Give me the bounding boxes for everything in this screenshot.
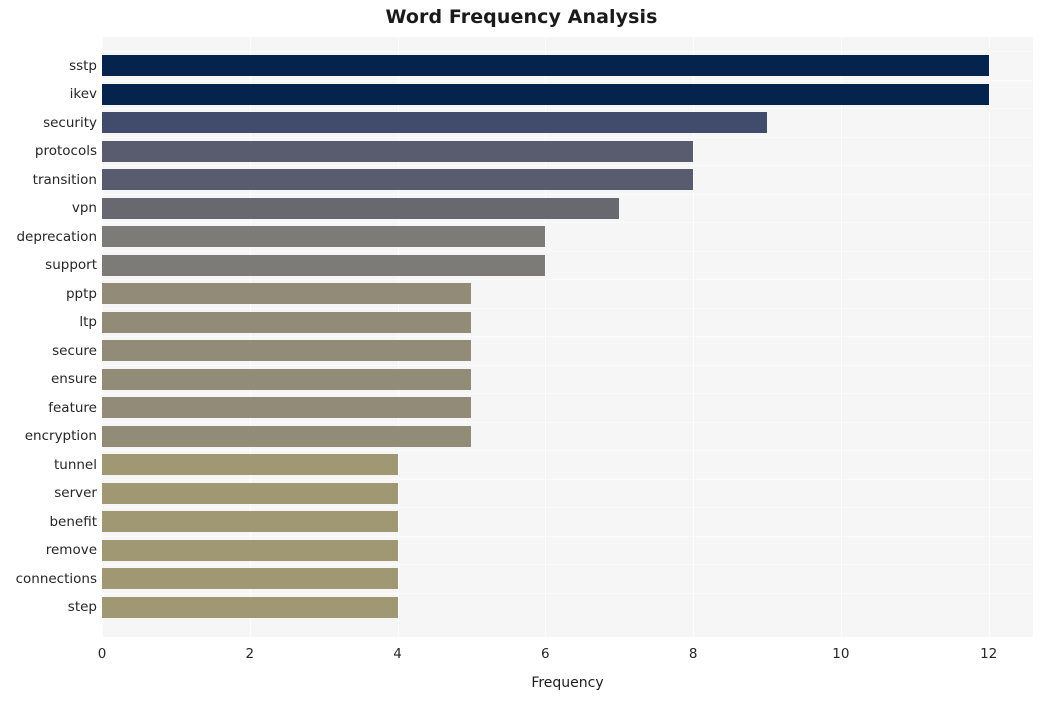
y-tick-label-encryption: encryption [24,428,97,445]
y-gridline [102,564,1033,566]
y-tick-label-connections: connections [15,570,97,587]
y-gridline [102,79,1033,81]
x-axis-label: Frequency [531,675,604,691]
y-gridline [102,592,1033,594]
x-tick-label-12: 12 [980,646,998,662]
bar-transition[interactable] [102,169,694,191]
x-tick-label-0: 0 [97,646,107,662]
x-axis-ticks: 0 2 4 6 8 10 12 [0,646,1043,666]
y-tick-label-support: support [45,257,97,274]
y-tick-label-transition: transition [32,171,97,188]
bar-feature[interactable] [102,397,472,419]
plot-area [102,37,1033,637]
bar-ikev[interactable] [102,83,989,105]
bar-ensure[interactable] [102,368,472,390]
y-gridline [102,193,1033,195]
x-tick-label-8: 8 [688,646,698,662]
y-tick-label-step: step [67,599,97,616]
y-gridline [102,279,1033,281]
y-tick-label-protocols: protocols [34,143,97,159]
bar-step[interactable] [102,596,398,618]
y-gridline [102,250,1033,252]
bar-ltp[interactable] [102,311,472,333]
y-tick-label-vpn: vpn [71,200,97,217]
y-gridline [102,51,1033,53]
bar-encryption[interactable] [102,425,472,447]
x-tick-label-2: 2 [245,646,255,662]
x-tick-label-4: 4 [393,646,402,662]
bar-server[interactable] [102,482,398,504]
bar-sstp[interactable] [102,55,989,76]
y-tick-label-remove: remove [45,542,97,559]
y-tick-label-server: server [54,485,97,502]
chart-title: Word Frequency Analysis [385,6,658,28]
y-tick-label-ltp: ltp [79,314,97,331]
y-gridline [102,136,1033,138]
y-gridline [102,478,1033,480]
bar-protocols[interactable] [102,140,694,162]
x-tick-label-10: 10 [832,646,850,662]
y-tick-label-security: security [43,114,97,131]
bar-vpn[interactable] [102,197,620,219]
y-gridline [102,421,1033,423]
y-axis-labels: sstp ikev security protocols transition vpn de… [0,37,97,637]
y-gridline [102,108,1033,110]
y-tick-label-benefit: benefit [49,513,97,530]
y-tick-label-ensure: ensure [50,371,97,388]
y-gridline [102,535,1033,537]
y-gridline [102,222,1033,224]
y-gridline [102,393,1033,395]
y-tick-label-deprecation: deprecation [16,228,97,245]
bar-connections[interactable] [102,568,398,590]
y-tick-label-pptp: pptp [65,285,97,302]
y-gridline [102,364,1033,366]
y-tick-label-feature: feature [48,399,97,416]
bar-remove[interactable] [102,539,398,561]
y-tick-label-ikev: ikev [69,86,97,102]
y-gridline [102,336,1033,338]
y-tick-label-sstp: sstp [69,57,97,74]
y-gridline [102,165,1033,167]
y-tick-label-secure: secure [52,342,97,359]
y-gridline [102,507,1033,509]
y-tick-label-tunnel: tunnel [53,456,97,473]
y-gridline [102,307,1033,309]
bar-secure[interactable] [102,340,472,362]
word-frequency-chart: Word Frequency Analysis sstp ikev security… [0,0,1043,701]
bar-pptp[interactable] [102,283,472,305]
bar-benefit[interactable] [102,511,398,533]
bar-support[interactable] [102,254,546,276]
bar-security[interactable] [102,112,767,133]
bar-deprecation[interactable] [102,226,546,248]
x-tick-label-6: 6 [541,646,550,662]
y-gridline [102,450,1033,452]
bar-tunnel[interactable] [102,454,398,476]
